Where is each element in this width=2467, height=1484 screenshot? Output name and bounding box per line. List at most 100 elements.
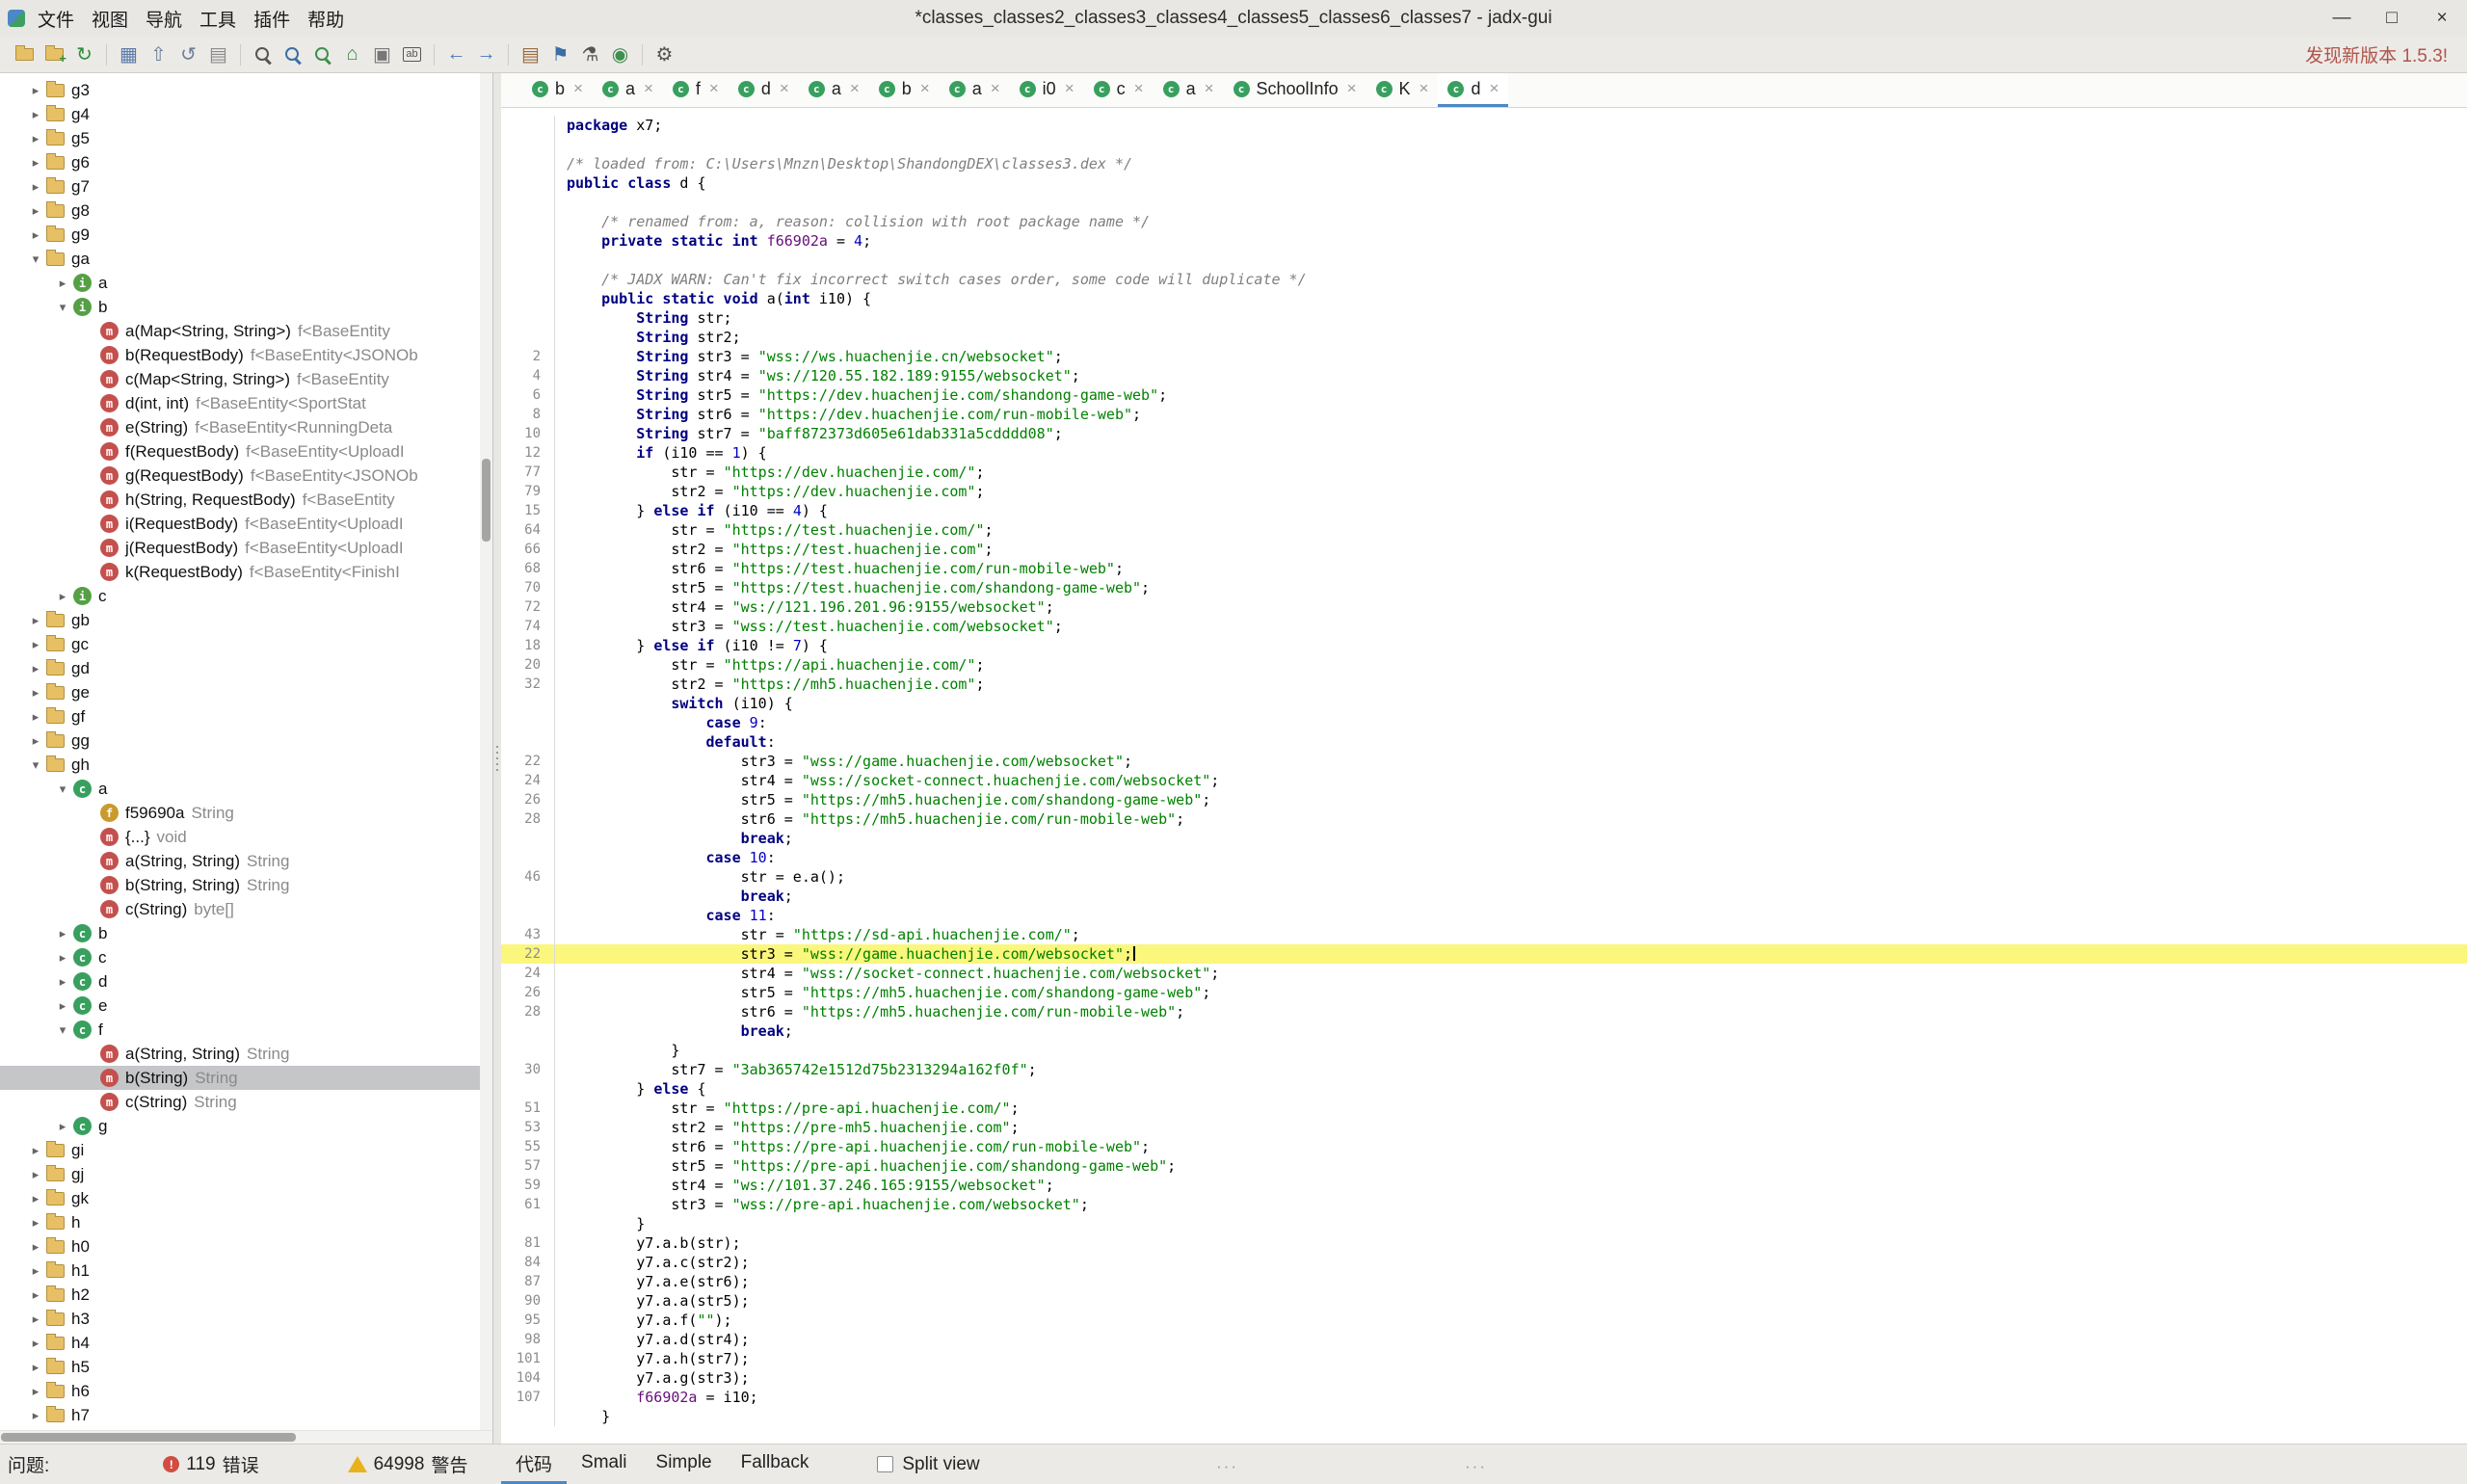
tree-item[interactable]: ▸gg xyxy=(0,729,492,753)
tab-close-icon[interactable]: × xyxy=(1489,79,1499,98)
warnings-badge[interactable]: 64998 警告 xyxy=(348,1451,468,1477)
expand-arrow-icon[interactable]: ▸ xyxy=(25,1239,46,1255)
expand-arrow-icon[interactable]: ▸ xyxy=(25,1191,46,1206)
maximize-button[interactable]: □ xyxy=(2367,0,2417,37)
code-line[interactable]: String str; xyxy=(501,308,2467,328)
code-line[interactable]: 68 str6 = "https://test.huachenjie.com/r… xyxy=(501,559,2467,578)
code-line[interactable]: 28 str6 = "https://mh5.huachenjie.com/ru… xyxy=(501,1002,2467,1021)
tab-close-icon[interactable]: × xyxy=(780,79,789,98)
code-line[interactable]: } xyxy=(501,1407,2467,1426)
tree-item[interactable]: mb(String)String xyxy=(0,1066,492,1090)
tab-close-icon[interactable]: × xyxy=(850,79,860,98)
tree-item[interactable]: ▸ic xyxy=(0,584,492,608)
code-line[interactable]: 98 y7.a.d(str4); xyxy=(501,1330,2467,1349)
tree-item[interactable]: ▸gb xyxy=(0,608,492,632)
menu-item-5[interactable]: 帮助 xyxy=(299,1,353,37)
code-line[interactable]: 84 y7.a.c(str2); xyxy=(501,1253,2467,1272)
code-line[interactable]: 24 str4 = "wss://socket-connect.huachenj… xyxy=(501,964,2467,983)
docs-icon[interactable]: ▤ xyxy=(516,40,545,69)
tree-item[interactable]: ▸cg xyxy=(0,1114,492,1138)
expand-arrow-icon[interactable]: ▸ xyxy=(52,1119,73,1134)
code-line[interactable]: 22 str3 = "wss://game.huachenjie.com/web… xyxy=(501,752,2467,771)
code-line[interactable]: } else { xyxy=(501,1079,2467,1099)
close-button[interactable]: × xyxy=(2417,0,2467,37)
menu-item-0[interactable]: 文件 xyxy=(29,1,83,37)
code-line[interactable]: case 10: xyxy=(501,848,2467,867)
editor-tab-SchoolInfo[interactable]: cSchoolInfo× xyxy=(1224,73,1366,107)
code-line[interactable]: 74 str3 = "wss://test.huachenjie.com/web… xyxy=(501,617,2467,636)
tab-close-icon[interactable]: × xyxy=(573,79,583,98)
expand-arrow-icon[interactable]: ▸ xyxy=(25,107,46,122)
tree-item[interactable]: ▸gk xyxy=(0,1186,492,1210)
tree-item[interactable]: ▸h3 xyxy=(0,1307,492,1331)
collapse-arrow-icon[interactable]: ▾ xyxy=(52,782,73,797)
code-line[interactable]: 22 str3 = "wss://game.huachenjie.com/web… xyxy=(501,944,2467,964)
code-line[interactable]: 26 str5 = "https://mh5.huachenjie.com/sh… xyxy=(501,983,2467,1002)
expand-arrow-icon[interactable]: ▸ xyxy=(52,926,73,941)
expand-arrow-icon[interactable]: ▸ xyxy=(25,227,46,243)
code-line[interactable]: 101 y7.a.h(str7); xyxy=(501,1349,2467,1368)
tab-close-icon[interactable]: × xyxy=(1347,79,1357,98)
code-line[interactable]: 46 str = e.a(); xyxy=(501,867,2467,887)
code-line[interactable]: 81 y7.a.b(str); xyxy=(501,1233,2467,1253)
code-line[interactable]: switch (i10) { xyxy=(501,694,2467,713)
code-line[interactable]: 57 str5 = "https://pre-api.huachenjie.co… xyxy=(501,1156,2467,1176)
expand-arrow-icon[interactable]: ▸ xyxy=(25,1263,46,1279)
expand-arrow-icon[interactable]: ▸ xyxy=(25,1384,46,1399)
code-line[interactable]: 8 String str6 = "https://dev.huachenjie.… xyxy=(501,405,2467,424)
code-line[interactable]: /* loaded from: C:\Users\Mnzn\Desktop\Sh… xyxy=(501,154,2467,173)
tree-item[interactable]: me(String)f<BaseEntity<RunningDeta xyxy=(0,415,492,439)
code-line[interactable]: /* JADX WARN: Can't fix incorrect switch… xyxy=(501,270,2467,289)
expand-arrow-icon[interactable]: ▸ xyxy=(25,1143,46,1158)
code-line[interactable]: 51 str = "https://pre-api.huachenjie.com… xyxy=(501,1099,2467,1118)
tree-item[interactable]: ▾cf xyxy=(0,1018,492,1042)
editor-tab-c[interactable]: cc× xyxy=(1084,73,1154,107)
code-line[interactable]: 104 y7.a.g(str3); xyxy=(501,1368,2467,1388)
tree-item[interactable]: mc(String)byte[] xyxy=(0,897,492,921)
collapse-arrow-icon[interactable]: ▾ xyxy=(25,757,46,773)
code-line[interactable]: 32 str2 = "https://mh5.huachenjie.com"; xyxy=(501,675,2467,694)
tree-item[interactable]: ▸h5 xyxy=(0,1355,492,1379)
report-icon[interactable]: ▤ xyxy=(203,40,233,69)
tree-item[interactable]: ▸ge xyxy=(0,680,492,704)
expand-arrow-icon[interactable]: ▸ xyxy=(25,637,46,652)
tree-item[interactable]: ▸h0 xyxy=(0,1234,492,1259)
code-line[interactable]: break; xyxy=(501,1021,2467,1041)
view-tab-Smali[interactable]: Smali xyxy=(567,1444,642,1484)
tree-item[interactable]: mc(String)String xyxy=(0,1090,492,1114)
tab-close-icon[interactable]: × xyxy=(1065,79,1074,98)
code-line[interactable]: 59 str4 = "ws://101.37.246.165:9155/webs… xyxy=(501,1176,2467,1195)
menu-item-2[interactable]: 导航 xyxy=(137,1,191,37)
code-line[interactable]: package x7; xyxy=(501,116,2467,135)
code-line[interactable]: 43 str = "https://sd-api.huachenjie.com/… xyxy=(501,925,2467,944)
tab-close-icon[interactable]: × xyxy=(1205,79,1214,98)
save-all-icon[interactable]: ▦ xyxy=(114,40,144,69)
panel-splitter[interactable] xyxy=(493,73,501,1444)
code-line[interactable]: } xyxy=(501,1214,2467,1233)
tree-item[interactable]: ▸gj xyxy=(0,1162,492,1186)
editor-tab-d[interactable]: cd× xyxy=(729,73,799,107)
code-line[interactable]: 55 str6 = "https://pre-api.huachenjie.co… xyxy=(501,1137,2467,1156)
code-line[interactable]: public class d { xyxy=(501,173,2467,193)
code-line[interactable]: 10 String str7 = "baff872373d605e61dab33… xyxy=(501,424,2467,443)
split-view-checkbox[interactable] xyxy=(877,1456,893,1472)
code-line[interactable]: 107 f66902a = i10; xyxy=(501,1388,2467,1407)
expand-arrow-icon[interactable]: ▸ xyxy=(25,1167,46,1182)
code-line[interactable]: 61 str3 = "wss://pre-api.huachenjie.com/… xyxy=(501,1195,2467,1214)
tree-item[interactable]: ▸ia xyxy=(0,271,492,295)
tree-item[interactable]: ▸g4 xyxy=(0,102,492,126)
editor-tab-b[interactable]: cb× xyxy=(869,73,940,107)
bookmark-icon[interactable]: ⚑ xyxy=(545,40,575,69)
code-line[interactable]: 24 str4 = "wss://socket-connect.huachenj… xyxy=(501,771,2467,790)
editor-tab-b[interactable]: cb× xyxy=(522,73,593,107)
sync-icon[interactable]: ↺ xyxy=(173,40,203,69)
tree-item[interactable]: ▾gh xyxy=(0,753,492,777)
editor-tab-K[interactable]: cK× xyxy=(1366,73,1439,107)
expand-arrow-icon[interactable]: ▸ xyxy=(25,1408,46,1423)
tree-item[interactable]: ▸h xyxy=(0,1210,492,1234)
rename-icon[interactable]: ab xyxy=(397,40,427,69)
code-line[interactable] xyxy=(501,251,2467,270)
expand-arrow-icon[interactable]: ▸ xyxy=(25,1360,46,1375)
tab-close-icon[interactable]: × xyxy=(644,79,653,98)
main-activity-icon[interactable]: ⌂ xyxy=(337,40,367,69)
